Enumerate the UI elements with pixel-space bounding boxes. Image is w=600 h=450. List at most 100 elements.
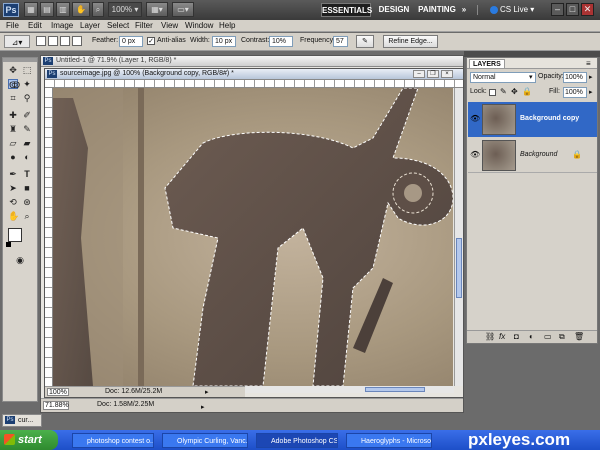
vertical-scroll-thumb[interactable] xyxy=(456,238,462,298)
doc-close-button[interactable]: × xyxy=(441,70,453,78)
path-selection-tool-icon[interactable]: ➤ xyxy=(8,183,18,193)
hand-tool-icon[interactable]: ✋ xyxy=(8,211,19,221)
untitled-title-bar[interactable]: Ps Untitled-1 @ 71.9% (Layer 1, RGB/8) * xyxy=(41,56,463,67)
type-tool-icon[interactable]: T xyxy=(22,169,32,179)
default-colors-icon[interactable] xyxy=(6,242,11,247)
link-layers-icon[interactable]: ⛓ xyxy=(485,332,495,341)
feather-field[interactable]: 0 px xyxy=(119,36,143,47)
shape-tool-icon[interactable]: ■ xyxy=(22,183,32,193)
pen-tool-icon[interactable]: ✒ xyxy=(8,169,18,179)
fill-slider-arrow[interactable]: ▸ xyxy=(589,88,593,96)
horizontal-scrollbar[interactable] xyxy=(245,386,454,393)
opacity-field[interactable]: 100% xyxy=(563,72,587,83)
history-brush-tool-icon[interactable]: ✎ xyxy=(22,124,32,134)
dodge-tool-icon[interactable]: ◐ xyxy=(22,152,32,162)
refine-edge-button[interactable]: Refine Edge... xyxy=(383,35,438,48)
marquee-tool-icon[interactable]: ⬚ xyxy=(22,65,32,75)
layer-row-background[interactable]: 👁 Background 🔒 xyxy=(468,138,597,173)
start-button[interactable]: start xyxy=(0,430,58,450)
fill-field[interactable]: 100% xyxy=(563,87,587,98)
width-field[interactable]: 10 px xyxy=(212,36,236,47)
new-selection-icon[interactable] xyxy=(36,36,46,46)
maximize-button[interactable]: □ xyxy=(566,3,579,16)
blend-mode-select[interactable]: Normal xyxy=(470,72,536,83)
task-button-1[interactable]: photoshop contest o... xyxy=(72,433,154,448)
eye-icon[interactable]: 👁 xyxy=(470,150,480,159)
menu-file[interactable]: File xyxy=(6,20,19,32)
adjustment-layer-icon[interactable]: ◐ xyxy=(529,332,534,341)
eraser-tool-icon[interactable]: ▱ xyxy=(8,138,18,148)
frequency-field[interactable]: 57 xyxy=(333,36,348,47)
zoom-tool-icon[interactable]: ⌕ xyxy=(22,211,32,221)
untitled-zoom-field[interactable]: 71.88% xyxy=(43,401,69,410)
menu-image[interactable]: Image xyxy=(51,20,73,32)
view-extras-button[interactable]: ▥ xyxy=(56,2,70,17)
quick-mask-icon[interactable]: ◉ xyxy=(15,255,25,265)
more-workspaces-button[interactable]: » xyxy=(459,3,469,17)
doc-minimize-button[interactable]: – xyxy=(413,70,425,78)
menu-window[interactable]: Window xyxy=(185,20,213,32)
menu-view[interactable]: View xyxy=(161,20,178,32)
clone-stamp-tool-icon[interactable]: ♜ xyxy=(8,124,18,134)
opacity-slider-arrow[interactable]: ▸ xyxy=(589,73,593,81)
lock-transparency-icon[interactable] xyxy=(489,89,496,96)
layer-row-background-copy[interactable]: 👁 Background copy xyxy=(468,102,597,137)
trash-icon[interactable]: 🗑 xyxy=(574,332,584,341)
vertical-scrollbar[interactable] xyxy=(454,88,463,386)
tablet-pressure-button[interactable]: ✎ xyxy=(356,35,374,48)
lock-all-icon[interactable]: 🔒 xyxy=(522,87,532,96)
horizontal-ruler[interactable] xyxy=(45,80,463,88)
contrast-field[interactable]: 10% xyxy=(269,36,293,47)
close-button[interactable]: ✕ xyxy=(581,3,594,16)
untitled-status-menu-arrow[interactable]: ▸ xyxy=(201,403,205,411)
lock-image-icon[interactable]: ✎ xyxy=(500,87,507,96)
blur-tool-icon[interactable]: ● xyxy=(8,152,18,162)
task-button-4[interactable]: Haeroglyphs - Microso... xyxy=(346,433,432,448)
new-group-icon[interactable]: ▭ xyxy=(544,332,552,341)
move-tool-icon[interactable]: ✥ xyxy=(8,65,18,75)
foreground-color-swatch[interactable] xyxy=(8,228,22,242)
sourceimage-zoom-field[interactable]: 100% xyxy=(47,388,69,396)
sourceimage-status-menu-arrow[interactable]: ▸ xyxy=(205,388,209,396)
3d-rotate-tool-icon[interactable]: ⟲ xyxy=(8,197,18,207)
menu-layer[interactable]: Layer xyxy=(80,20,100,32)
workspace-essentials[interactable]: ESSENTIALS xyxy=(321,3,372,17)
launch-mini-bridge-button[interactable]: ▤ xyxy=(40,2,54,17)
screen-mode-button[interactable]: ▭▾ xyxy=(172,2,194,17)
subtract-from-selection-icon[interactable] xyxy=(60,36,70,46)
workspace-design[interactable]: DESIGN xyxy=(375,3,413,17)
healing-brush-tool-icon[interactable]: ✚ xyxy=(8,110,18,120)
vertical-ruler[interactable] xyxy=(45,88,53,386)
arrange-documents-button[interactable]: ▦▾ xyxy=(146,2,168,17)
image-canvas[interactable] xyxy=(53,88,453,386)
cs-live-button[interactable]: CS Live ▾ xyxy=(500,3,540,17)
minimized-document[interactable]: Ps cur... xyxy=(2,414,42,427)
task-button-3[interactable]: Adobe Photoshop CS5 xyxy=(256,433,338,448)
eyedropper-tool-icon[interactable]: ⚲ xyxy=(22,93,32,103)
menu-help[interactable]: Help xyxy=(219,20,235,32)
zoom-tool-button[interactable]: ⌕ xyxy=(92,2,104,17)
lock-position-icon[interactable]: ✥ xyxy=(511,87,518,96)
layer-style-icon[interactable]: fx xyxy=(499,332,505,341)
tools-panel-grip[interactable] xyxy=(3,58,37,62)
crop-tool-icon[interactable]: ⌗ xyxy=(8,93,18,103)
anti-alias-checkbox[interactable]: ✓ xyxy=(147,37,155,45)
zoom-level-dropdown[interactable]: 100% ▾ xyxy=(108,2,142,17)
panel-menu-icon[interactable]: ≡ xyxy=(586,59,591,68)
eye-icon[interactable]: 👁 xyxy=(470,114,480,123)
new-layer-icon[interactable]: ⧉ xyxy=(559,332,565,342)
menu-select[interactable]: Select xyxy=(107,20,129,32)
workspace-painting[interactable]: PAINTING xyxy=(417,3,457,17)
quick-selection-tool-icon[interactable]: ✦ xyxy=(22,79,32,89)
doc-restore-button[interactable]: ❐ xyxy=(427,70,439,78)
intersect-selection-icon[interactable] xyxy=(72,36,82,46)
horizontal-scroll-thumb[interactable] xyxy=(365,387,425,392)
add-to-selection-icon[interactable] xyxy=(48,36,58,46)
task-button-2[interactable]: Olympic Curling, Vanc... xyxy=(162,433,248,448)
menu-filter[interactable]: Filter xyxy=(135,20,153,32)
lasso-tool-icon[interactable]: ↂ xyxy=(8,79,20,90)
menu-edit[interactable]: Edit xyxy=(28,20,42,32)
tab-layers[interactable]: LAYERS xyxy=(469,59,505,68)
brush-tool-icon[interactable]: ✐ xyxy=(22,110,32,120)
3d-orbit-tool-icon[interactable]: ⊛ xyxy=(22,197,32,207)
